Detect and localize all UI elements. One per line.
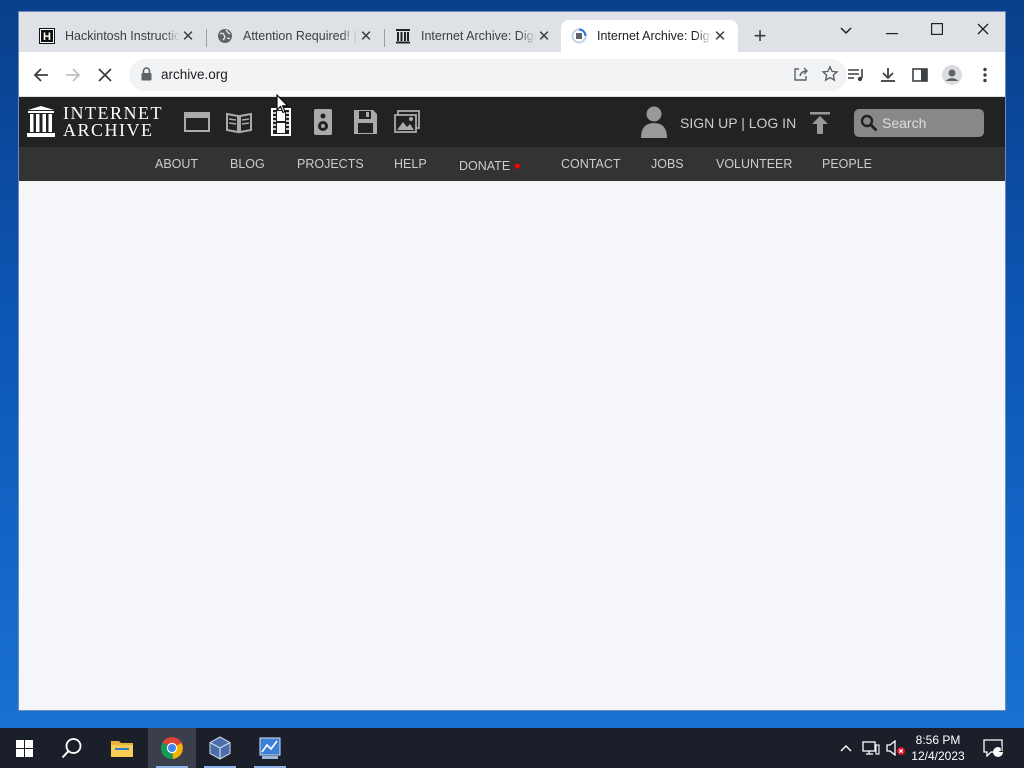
tab-title: Internet Archive: Digital Library (597, 29, 712, 43)
tab-internet-archive[interactable]: Internet Archive: Digital Library ✕ (385, 20, 562, 52)
heart-icon: ♥ (514, 161, 521, 173)
desktop-icon-remnant (0, 110, 18, 190)
user-avatar-icon[interactable] (639, 105, 669, 144)
minimize-icon[interactable] (877, 18, 907, 42)
tab-title: Internet Archive: Digital Library (421, 29, 536, 43)
ia-top-bar: INTERNET ARCHIVE SIGN UP | LOG IN Search (19, 97, 1005, 147)
hackintosh-h-icon: H (39, 28, 55, 44)
new-tab-plus-icon[interactable]: + (749, 25, 771, 47)
download-icon[interactable] (876, 63, 900, 87)
mouse-cursor-icon (276, 93, 289, 119)
nav-help[interactable]: HELP (394, 157, 427, 171)
more-menu-icon[interactable] (973, 63, 997, 87)
file-explorer-icon[interactable] (98, 728, 146, 768)
images-icon[interactable] (393, 108, 421, 136)
tab-close-icon[interactable]: ✕ (712, 27, 728, 45)
nav-about[interactable]: ABOUT (155, 157, 198, 171)
tab-close-icon[interactable]: ✕ (358, 27, 374, 45)
ia-logo-text: INTERNET ARCHIVE (63, 104, 163, 140)
close-window-icon[interactable] (968, 18, 998, 42)
tab-title: Hackintosh Instructions (65, 29, 180, 43)
nav-projects[interactable]: PROJECTS (297, 157, 364, 171)
show-hidden-icons-chevron-icon[interactable] (836, 728, 856, 768)
profile-avatar-icon[interactable] (940, 63, 964, 87)
stop-loading-icon[interactable] (93, 63, 117, 87)
back-arrow-icon[interactable] (29, 63, 53, 87)
upload-icon[interactable] (809, 111, 831, 140)
notification-count: 1 (998, 744, 1004, 754)
tab-hackintosh[interactable]: H Hackintosh Instructions ✕ (29, 20, 206, 52)
nav-people[interactable]: PEOPLE (822, 157, 872, 171)
media-queue-icon[interactable] (844, 63, 868, 87)
web-page: INTERNET ARCHIVE SIGN UP | LOG IN Search… (19, 97, 1005, 710)
notifications-icon[interactable]: 1 (980, 728, 1006, 768)
chrome-icon[interactable] (148, 728, 196, 768)
search-icon[interactable] (48, 728, 96, 768)
software-icon[interactable] (351, 108, 379, 136)
nav-donate-group[interactable]: DONATE ♥ (459, 157, 521, 175)
tab-internet-archive-active[interactable]: Internet Archive: Digital Library ✕ (561, 20, 738, 52)
audio-icon[interactable] (309, 108, 337, 136)
clock-date: 12/4/2023 (911, 749, 965, 763)
maximize-icon[interactable] (922, 18, 952, 42)
browser-toolbar: archive.org (19, 52, 1005, 97)
address-bar[interactable]: archive.org (129, 59, 847, 91)
archive-temple-icon (395, 28, 411, 44)
forward-arrow-icon[interactable] (61, 63, 85, 87)
tab-search-chevron-icon[interactable] (831, 18, 861, 42)
ia-nav-bar: ABOUT BLOG PROJECTS HELP DONATE ♥ CONTACT… (19, 147, 1005, 181)
start-icon[interactable] (0, 728, 48, 768)
sign-up-log-in-link[interactable]: SIGN UP | LOG IN (680, 115, 796, 131)
nav-donate[interactable]: DONATE (459, 159, 510, 173)
nav-volunteer[interactable]: VOLUNTEER (716, 157, 792, 171)
tab-close-icon[interactable]: ✕ (180, 27, 196, 45)
nav-jobs[interactable]: JOBS (651, 157, 684, 171)
ia-logo[interactable]: INTERNET ARCHIVE (27, 104, 163, 140)
globe-icon (217, 28, 233, 44)
ia-logo-line2: ARCHIVE (63, 120, 154, 140)
virtualbox-icon[interactable] (196, 728, 244, 768)
ia-search-input[interactable] (882, 115, 982, 131)
texts-icon[interactable] (225, 108, 253, 136)
tab-title: Attention Required! | Cloudflare (243, 29, 358, 43)
lock-icon[interactable] (141, 67, 152, 86)
tab-close-icon[interactable]: ✕ (536, 27, 552, 45)
search-icon (860, 114, 878, 132)
network-icon[interactable] (860, 728, 882, 768)
clock[interactable]: 8:56 PM 12/4/2023 (900, 732, 976, 764)
control-panel-icon[interactable] (246, 728, 294, 768)
browser-window: H Hackintosh Instructions ✕ Attention Re… (18, 11, 1006, 711)
url-text[interactable]: archive.org (161, 67, 228, 82)
clock-time: 8:56 PM (915, 733, 961, 747)
web-icon[interactable] (183, 108, 211, 136)
side-panel-icon[interactable] (908, 63, 932, 87)
ia-temple-logo-icon (27, 106, 55, 137)
loading-spinner-icon (571, 28, 587, 44)
share-icon[interactable] (793, 66, 809, 87)
taskbar: 8:56 PM 12/4/2023 1 (0, 728, 1024, 768)
tab-strip: H Hackintosh Instructions ✕ Attention Re… (19, 12, 1005, 52)
bookmark-star-icon[interactable] (821, 65, 839, 88)
nav-blog[interactable]: BLOG (230, 157, 265, 171)
tab-attention-required[interactable]: Attention Required! | Cloudflare ✕ (207, 20, 384, 52)
nav-contact[interactable]: CONTACT (561, 157, 621, 171)
ia-search-box[interactable] (854, 109, 984, 137)
svg-text:H: H (43, 31, 51, 43)
